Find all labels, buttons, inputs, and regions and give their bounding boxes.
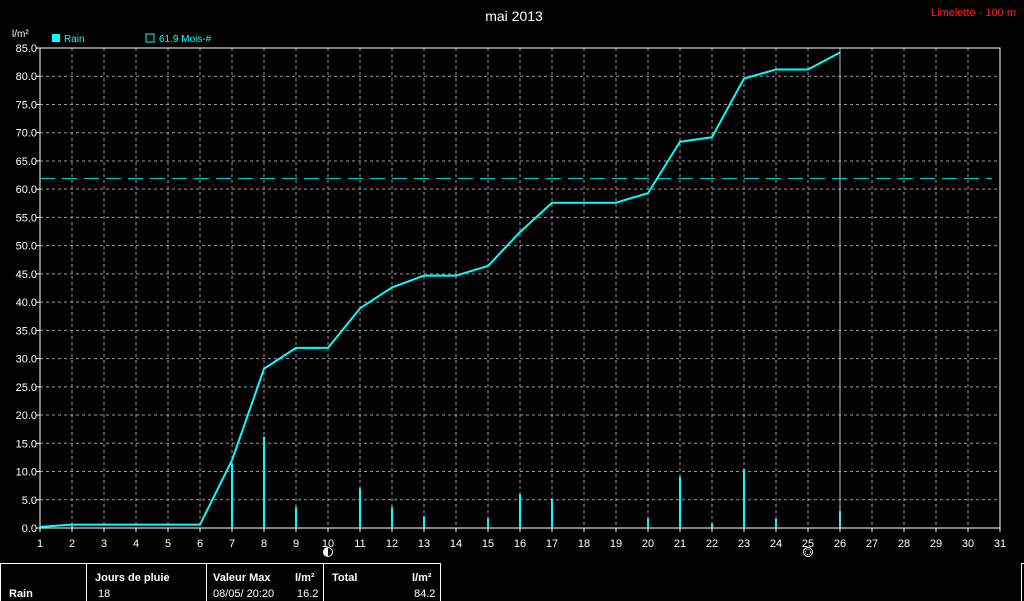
x-tick-label-10: 11 xyxy=(354,538,365,550)
y-tick-label-1: 5.0 xyxy=(22,495,37,507)
footer-jours-cell: Jours de pluie 18 xyxy=(86,563,206,601)
cumulative-rain-line xyxy=(39,51,841,528)
x-tick-label-21: 22 xyxy=(706,538,718,550)
moon-full-detail xyxy=(805,549,811,555)
footer-row-label-cell: Rain xyxy=(0,563,86,601)
y-tick-label-12: 60.0 xyxy=(16,184,37,196)
x-tick-label-14: 15 xyxy=(482,538,494,550)
x-tick-label-0: 1 xyxy=(37,538,43,550)
footer-jours-label: Jours de pluie xyxy=(95,572,170,584)
footer-total-label: Total xyxy=(332,572,358,584)
x-tick-label-16: 17 xyxy=(546,538,558,550)
summary-footer: Rain Jours de pluie 18 Valeur Max l/m² 0… xyxy=(0,563,1024,601)
footer-total-unit: l/m² xyxy=(412,572,432,584)
y-tick-label-13: 65.0 xyxy=(16,156,37,168)
legend-rain-swatch xyxy=(52,34,60,42)
x-tick-label-5: 6 xyxy=(197,538,203,550)
x-tick-label-26: 27 xyxy=(866,538,878,550)
y-tick-label-4: 20.0 xyxy=(16,410,37,422)
footer-valmax-unit: l/m² xyxy=(295,572,315,584)
y-tick-label-6: 30.0 xyxy=(16,354,37,366)
x-tick-label-6: 7 xyxy=(229,538,235,550)
y-tick-label-14: 70.0 xyxy=(16,128,37,140)
x-tick-label-12: 13 xyxy=(418,538,430,550)
x-tick-label-4: 5 xyxy=(165,538,171,550)
legend: Rain 61.9 Mois-# xyxy=(52,33,212,45)
y-tick-label-8: 40.0 xyxy=(16,297,37,309)
x-tick-label-30: 31 xyxy=(994,538,1006,550)
y-axis: 0.0 5.0 10.0 15.0 20.0 25.0 30.0 35.0 40.0 45.0 50… xyxy=(16,43,40,535)
x-axis: 1 2 3 4 5 6 7 8 9 10 11 12 13 14 15 16 17 18 19 20 21 22 23 24 2… xyxy=(37,528,1006,550)
x-tick-label-19: 20 xyxy=(642,538,654,550)
x-tick-label-1: 2 xyxy=(69,538,75,550)
x-tick-label-17: 18 xyxy=(578,538,590,550)
x-tick-label-13: 14 xyxy=(450,538,462,550)
legend-reference-swatch xyxy=(145,33,155,43)
y-tick-label-17: 85.0 xyxy=(16,43,37,55)
x-tick-label-20: 21 xyxy=(674,538,686,550)
x-tick-label-27: 28 xyxy=(898,538,910,550)
y-tick-label-16: 80.0 xyxy=(16,71,37,83)
x-tick-label-29: 30 xyxy=(962,538,974,550)
footer-jours-value: 18 xyxy=(98,588,111,600)
footer-valmax-label: Valeur Max xyxy=(213,572,271,584)
y-tick-label-3: 15.0 xyxy=(16,438,37,450)
footer-total-value: 84.2 xyxy=(414,588,436,600)
x-tick-label-25: 26 xyxy=(834,538,846,550)
y-tick-label-15: 75.0 xyxy=(16,99,37,111)
x-tick-label-18: 19 xyxy=(610,538,622,550)
x-tick-label-11: 12 xyxy=(386,538,398,550)
x-tick-label-3: 4 xyxy=(133,538,139,550)
x-tick-label-2: 3 xyxy=(101,538,107,550)
y-tick-label-5: 25.0 xyxy=(16,382,37,394)
chart-title: mai 2013 xyxy=(485,8,543,24)
footer-valmax-cell: Valeur Max l/m² 08/05/ 20:20 16.2 xyxy=(206,563,323,601)
rain-chart: mai 2013 Limelette - 100 m l/m² Rain 61.… xyxy=(12,7,1016,557)
y-tick-label-11: 55.0 xyxy=(16,212,37,224)
x-tick-label-15: 16 xyxy=(514,538,526,550)
legend-rain-label: Rain xyxy=(64,34,85,45)
moon-first-quarter-icon xyxy=(323,547,333,557)
y-tick-label-7: 35.0 xyxy=(16,325,37,337)
y-tick-label-2: 10.0 xyxy=(16,467,37,479)
x-tick-label-7: 8 xyxy=(261,538,267,550)
footer-row-label: Rain xyxy=(9,588,33,600)
grid xyxy=(40,48,1000,528)
y-axis-label: l/m² xyxy=(12,29,29,40)
y-tick-label-10: 50.0 xyxy=(16,241,37,253)
footer-valmax-value: 16.2 xyxy=(297,588,319,600)
x-tick-label-28: 29 xyxy=(930,538,942,550)
cumulative-line xyxy=(39,51,841,528)
x-tick-label-8: 9 xyxy=(293,538,299,550)
y-tick-label-9: 45.0 xyxy=(16,269,37,281)
location-label: Limelette - 100 m xyxy=(931,7,1016,19)
footer-valmax-date: 08/05/ 20:20 xyxy=(213,588,275,600)
legend-reference-label: 61.9 Mois-# xyxy=(159,34,212,45)
y-tick-label-0: 0.0 xyxy=(22,523,37,535)
x-tick-label-23: 24 xyxy=(770,538,782,550)
x-tick-label-24: 25 xyxy=(802,538,814,550)
x-tick-label-22: 23 xyxy=(738,538,750,550)
footer-total-cell: Total l/m² 84.2 xyxy=(323,563,441,601)
